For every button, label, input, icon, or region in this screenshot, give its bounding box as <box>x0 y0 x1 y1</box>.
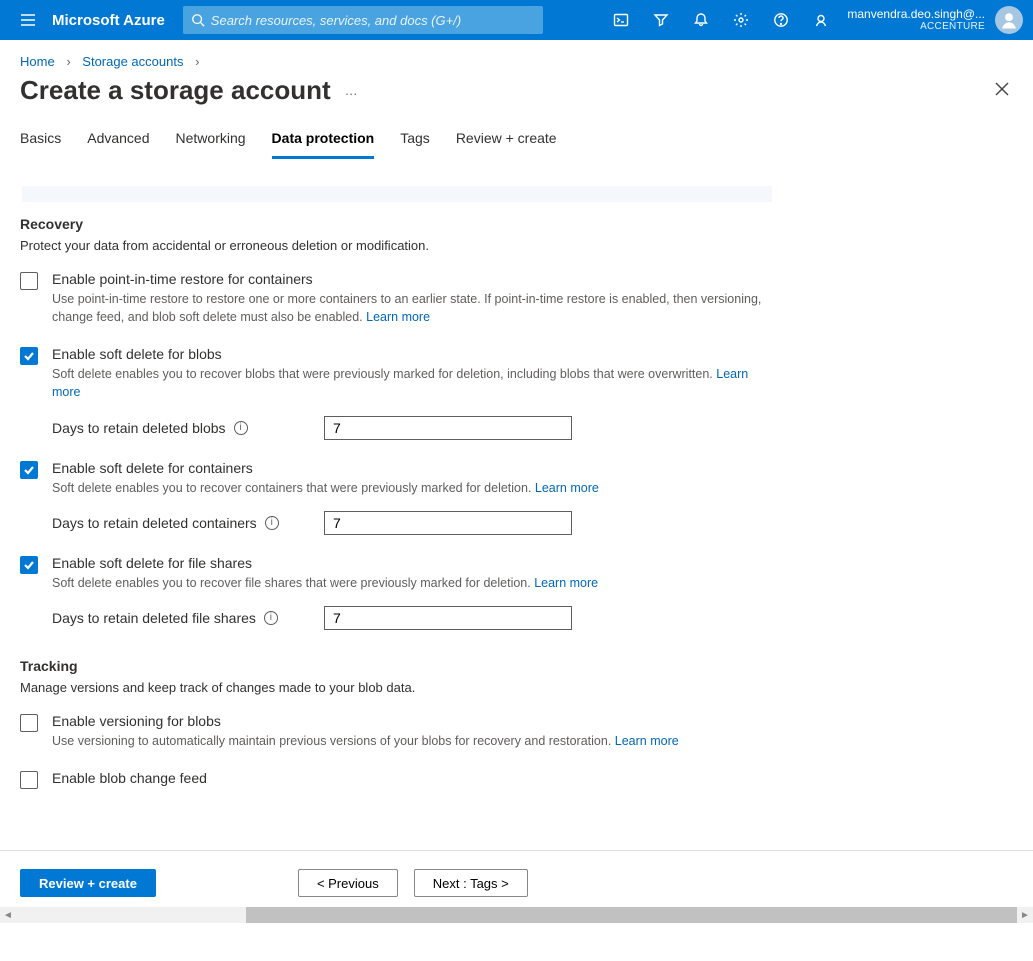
feedback-icon[interactable] <box>801 0 841 40</box>
account-block[interactable]: manvendra.deo.singh@... ACCENTURE <box>841 8 991 32</box>
cloud-shell-icon[interactable] <box>601 0 641 40</box>
section-tracking-desc: Manage versions and keep track of change… <box>20 680 1013 695</box>
scroll-right-icon[interactable]: ► <box>1017 907 1033 923</box>
checkbox-soft-delete-containers[interactable] <box>20 461 38 479</box>
chevron-right-icon: › <box>66 54 70 69</box>
tab-basics[interactable]: Basics <box>20 130 61 159</box>
info-icon[interactable]: i <box>265 516 279 530</box>
wizard-footer: Review + create < Previous Next : Tags > <box>0 850 1033 907</box>
label-container-retention: Days to retain deleted containers <box>52 515 257 531</box>
tab-review-create[interactable]: Review + create <box>456 130 557 159</box>
tab-tags[interactable]: Tags <box>400 130 430 159</box>
breadcrumb: Home › Storage accounts › <box>0 40 1033 73</box>
label-soft-delete-containers: Enable soft delete for containers <box>52 460 1013 476</box>
checkbox-pit-restore[interactable] <box>20 272 38 290</box>
tab-bar: Basics Advanced Networking Data protecti… <box>0 112 1033 160</box>
label-soft-delete-blobs: Enable soft delete for blobs <box>52 346 1013 362</box>
top-icons: manvendra.deo.singh@... ACCENTURE <box>601 0 1025 40</box>
top-bar: Microsoft Azure manvendra.deo.singh@... … <box>0 0 1033 40</box>
checkbox-change-feed[interactable] <box>20 771 38 789</box>
checkbox-soft-delete-file-shares[interactable] <box>20 556 38 574</box>
desc-soft-delete-blobs: Soft delete enables you to recover blobs… <box>52 365 772 401</box>
label-files-retention: Days to retain deleted file shares <box>52 610 256 626</box>
tab-networking[interactable]: Networking <box>176 130 246 159</box>
more-actions-button[interactable]: … <box>345 83 360 98</box>
crumb-storage-accounts[interactable]: Storage accounts <box>82 54 183 69</box>
input-container-retention-days[interactable] <box>324 511 572 535</box>
close-blade-button[interactable] <box>991 76 1013 105</box>
section-recovery-desc: Protect your data from accidental or err… <box>20 238 1013 253</box>
section-tracking-heading: Tracking <box>20 658 1013 674</box>
label-soft-delete-file-shares: Enable soft delete for file shares <box>52 555 1013 571</box>
horizontal-scrollbar[interactable]: ◄ ► <box>0 907 1033 923</box>
section-recovery-heading: Recovery <box>20 216 1013 232</box>
label-versioning: Enable versioning for blobs <box>52 713 1013 729</box>
tab-advanced[interactable]: Advanced <box>87 130 149 159</box>
checkbox-versioning[interactable] <box>20 714 38 732</box>
chevron-right-icon: › <box>195 54 199 69</box>
directory-filter-icon[interactable] <box>641 0 681 40</box>
link-versioning-learn-more[interactable]: Learn more <box>615 734 679 748</box>
link-soft-files-learn-more[interactable]: Learn more <box>534 576 598 590</box>
link-pit-learn-more[interactable]: Learn more <box>366 310 430 324</box>
review-create-button[interactable]: Review + create <box>20 869 156 897</box>
checkbox-soft-delete-blobs[interactable] <box>20 347 38 365</box>
desc-pit-restore: Use point-in-time restore to restore one… <box>52 290 772 326</box>
info-banner <box>22 186 772 202</box>
label-change-feed: Enable blob change feed <box>52 770 1013 786</box>
avatar[interactable] <box>995 6 1023 34</box>
search-icon <box>191 13 205 27</box>
settings-icon[interactable] <box>721 0 761 40</box>
tab-data-protection[interactable]: Data protection <box>272 130 375 159</box>
user-email: manvendra.deo.singh@... <box>847 8 985 21</box>
info-icon[interactable]: i <box>234 421 248 435</box>
crumb-home[interactable]: Home <box>20 54 55 69</box>
form-content[interactable]: Recovery Protect your data from accident… <box>0 160 1033 812</box>
input-blob-retention-days[interactable] <box>324 416 572 440</box>
hamburger-icon[interactable] <box>8 12 48 28</box>
tenant-name: ACCENTURE <box>847 21 985 32</box>
scroll-left-icon[interactable]: ◄ <box>0 907 16 923</box>
info-icon[interactable]: i <box>264 611 278 625</box>
page-title: Create a storage account <box>20 75 331 106</box>
next-button[interactable]: Next : Tags > <box>414 869 528 897</box>
label-blob-retention: Days to retain deleted blobs <box>52 420 226 436</box>
label-pit-restore: Enable point-in-time restore for contain… <box>52 271 1013 287</box>
page-title-bar: Create a storage account … <box>0 73 1033 112</box>
previous-button[interactable]: < Previous <box>298 869 398 897</box>
brand-label[interactable]: Microsoft Azure <box>48 12 183 29</box>
input-files-retention-days[interactable] <box>324 606 572 630</box>
desc-versioning: Use versioning to automatically maintain… <box>52 732 772 750</box>
notifications-icon[interactable] <box>681 0 721 40</box>
desc-soft-delete-containers: Soft delete enables you to recover conta… <box>52 479 772 497</box>
desc-soft-delete-file-shares: Soft delete enables you to recover file … <box>52 574 772 592</box>
link-soft-container-learn-more[interactable]: Learn more <box>535 481 599 495</box>
search-input[interactable] <box>211 13 535 28</box>
help-icon[interactable] <box>761 0 801 40</box>
global-search[interactable] <box>183 6 543 34</box>
